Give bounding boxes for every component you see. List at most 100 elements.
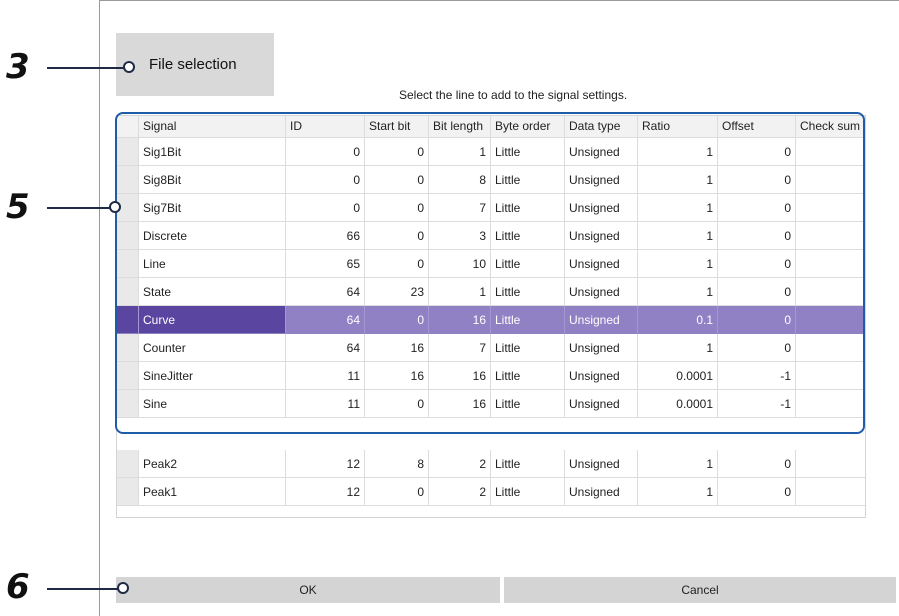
signal-cell: State [139,278,286,306]
offset-cell: 0 [718,306,796,334]
ratio-cell: 1 [638,166,718,194]
byte-order-cell: Little [491,250,565,278]
instruction-text: Select the line to add to the signal set… [399,88,628,102]
column-header-start-bit[interactable]: Start bit [365,116,429,138]
bit-length-cell: 2 [429,478,491,506]
bit-length-cell: 16 [429,362,491,390]
signal-cell: Sig1Bit [139,138,286,166]
column-header-data-type[interactable]: Data type [565,116,638,138]
offset-cell: 0 [718,166,796,194]
offset-cell: 0 [718,138,796,166]
start-bit-cell: 0 [365,306,429,334]
cancel-button[interactable]: Cancel [504,577,896,603]
signal-table[interactable]: Signal ID Start bit Bit length Byte orde… [116,115,866,518]
byte-order-cell: Little [491,450,565,478]
start-bit-cell: 0 [365,138,429,166]
offset-cell: 0 [718,222,796,250]
table-row[interactable]: State 64 23 1 Little Unsigned 1 0 [117,278,865,306]
id-cell: 12 [286,478,365,506]
check-sum-cell [796,194,865,222]
row-header[interactable] [117,450,139,478]
row-header[interactable] [117,390,139,418]
column-header-byte-order[interactable]: Byte order [491,116,565,138]
ok-button[interactable]: OK [116,577,500,603]
file-selection-button[interactable]: File selection [116,33,274,96]
id-cell: 12 [286,450,365,478]
id-cell: 64 [286,334,365,362]
id-cell: 11 [286,362,365,390]
signal-cell: Counter [139,334,286,362]
offset-cell: 0 [718,334,796,362]
table-row[interactable]: Sig7Bit 0 0 7 Little Unsigned 1 0 [117,194,865,222]
callout-number-5: 5 [6,187,30,227]
row-header-corner [117,116,139,138]
bit-length-cell: 1 [429,138,491,166]
obscured-row [118,428,864,450]
column-header-ratio[interactable]: Ratio [638,116,718,138]
data-type-cell: Unsigned [565,138,638,166]
id-cell: 0 [286,194,365,222]
table-row[interactable]: Sig1Bit 0 0 1 Little Unsigned 1 0 [117,138,865,166]
offset-cell: 0 [718,478,796,506]
signal-cell: Peak1 [139,478,286,506]
callout-dot-6 [117,582,129,594]
signal-cell: Sine [139,390,286,418]
id-cell: 65 [286,250,365,278]
table-row[interactable]: Discrete 66 0 3 Little Unsigned 1 0 [117,222,865,250]
signal-cell: Sig8Bit [139,166,286,194]
start-bit-cell: 0 [365,166,429,194]
bit-length-cell: 1 [429,278,491,306]
data-type-cell: Unsigned [565,194,638,222]
row-header[interactable] [117,138,139,166]
column-header-offset[interactable]: Offset [718,116,796,138]
bit-length-cell: 10 [429,250,491,278]
data-type-cell: Unsigned [565,250,638,278]
row-header[interactable] [117,222,139,250]
row-header[interactable] [117,334,139,362]
data-type-cell: Unsigned [565,306,638,334]
ratio-cell: 1 [638,194,718,222]
row-header[interactable] [117,278,139,306]
signal-cell: Sig7Bit [139,194,286,222]
callout-dot-3 [123,61,135,73]
data-type-cell: Unsigned [565,278,638,306]
table-row[interactable]: Line 65 0 10 Little Unsigned 1 0 [117,250,865,278]
offset-cell: -1 [718,362,796,390]
check-sum-cell [796,138,865,166]
byte-order-cell: Little [491,166,565,194]
signal-cell: Discrete [139,222,286,250]
ratio-cell: 0.0001 [638,390,718,418]
ratio-cell: 1 [638,278,718,306]
ratio-cell: 1 [638,478,718,506]
row-header[interactable] [117,478,139,506]
table-row[interactable]: Peak1 12 0 2 Little Unsigned 1 0 [117,478,865,506]
row-header[interactable] [117,362,139,390]
column-header-bit-length[interactable]: Bit length [429,116,491,138]
table-row[interactable]: Sig8Bit 0 0 8 Little Unsigned 1 0 [117,166,865,194]
offset-cell: 0 [718,450,796,478]
table-header: Signal ID Start bit Bit length Byte orde… [117,116,865,138]
row-header[interactable] [117,250,139,278]
signal-cell: Peak2 [139,450,286,478]
table-row[interactable]: Sine 11 0 16 Little Unsigned 0.0001 -1 [117,390,865,418]
bit-length-cell: 7 [429,194,491,222]
byte-order-cell: Little [491,334,565,362]
start-bit-cell: 16 [365,334,429,362]
id-cell: 0 [286,138,365,166]
offset-cell: 0 [718,250,796,278]
column-header-signal[interactable]: Signal [139,116,286,138]
signal-cell: Line [139,250,286,278]
callout-dot-5 [109,201,121,213]
data-type-cell: Unsigned [565,390,638,418]
check-sum-cell [796,166,865,194]
id-cell: 0 [286,166,365,194]
table-row[interactable]: Curve 64 0 16 Little Unsigned 0.1 0 [117,306,865,334]
table-row[interactable]: Peak2 12 8 2 Little Unsigned 1 0 [117,450,865,478]
table-row[interactable]: Counter 64 16 7 Little Unsigned 1 0 [117,334,865,362]
row-header[interactable] [117,306,139,334]
column-header-id[interactable]: ID [286,116,365,138]
start-bit-cell: 16 [365,362,429,390]
table-row[interactable]: SineJitter 11 16 16 Little Unsigned 0.0001 -1 [117,362,865,390]
row-header[interactable] [117,166,139,194]
column-header-check-sum[interactable]: Check sum [796,116,865,138]
